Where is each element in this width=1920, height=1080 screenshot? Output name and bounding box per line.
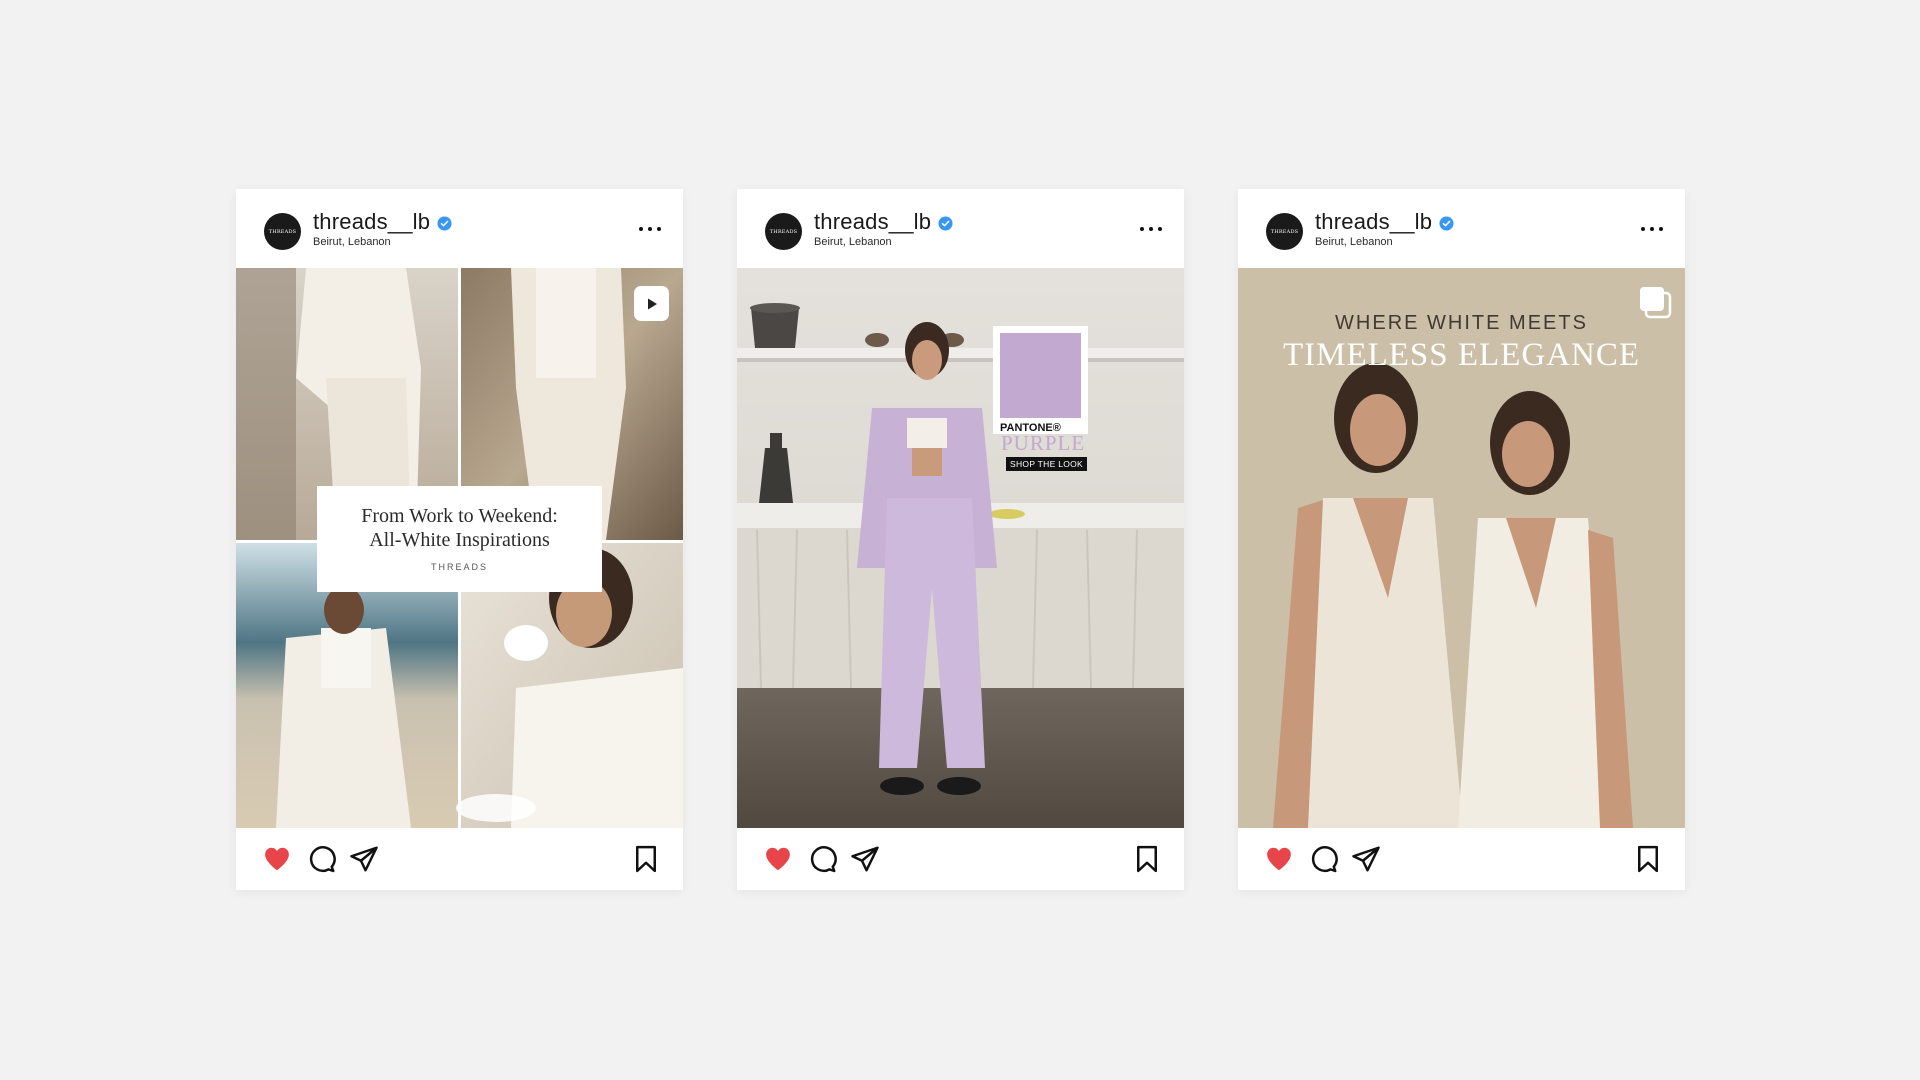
more-options-button[interactable] (1140, 221, 1162, 237)
post-header: THREADS threads__lb Beirut, Lebanon (1238, 189, 1685, 268)
heart-icon[interactable] (763, 844, 793, 874)
location-link[interactable]: Beirut, Lebanon (1315, 236, 1393, 248)
more-dots-icon (1140, 227, 1144, 231)
instagram-post-3: THREADS threads__lb Beirut, Lebanon WHER… (1238, 189, 1685, 890)
play-icon (647, 298, 657, 309)
more-dots-icon (639, 227, 643, 231)
post-header: THREADS threads__lb Beirut, Lebanon (737, 189, 1184, 268)
caption-card: From Work to Weekend: All-White Inspirat… (317, 486, 602, 592)
video-badge (634, 286, 669, 321)
heart-icon[interactable] (1264, 844, 1294, 874)
instagram-post-1: THREADS threads__lb Beirut, Lebanon From… (236, 189, 683, 890)
username-link[interactable]: threads__lb (814, 209, 931, 235)
verified-badge-icon (437, 215, 452, 231)
carousel-icon (1640, 287, 1672, 319)
heart-icon[interactable] (262, 844, 292, 874)
action-bar (737, 828, 1184, 890)
avatar[interactable]: THREADS (765, 213, 802, 250)
verified-badge-icon (1439, 215, 1454, 231)
username-row: threads__lb (814, 207, 953, 237)
action-bar (1238, 828, 1685, 890)
paper-plane-icon[interactable] (349, 844, 379, 874)
username-row: threads__lb (1315, 207, 1454, 237)
pantone-swatch (1000, 333, 1081, 418)
pantone-color-name: PURPLE (1001, 431, 1086, 455)
more-options-button[interactable] (639, 221, 661, 237)
bookmark-icon[interactable] (631, 844, 661, 874)
comment-icon[interactable] (306, 844, 336, 874)
avatar[interactable]: THREADS (1266, 213, 1303, 250)
location-link[interactable]: Beirut, Lebanon (313, 236, 391, 248)
post-media-photo[interactable]: PANTONE® PURPLE SHOP THE LOOK (737, 268, 1184, 828)
username-link[interactable]: threads__lb (1315, 209, 1432, 235)
pantone-swatch-card: PANTONE® (993, 326, 1088, 434)
paper-plane-icon[interactable] (1351, 844, 1381, 874)
caption-title-line-1: From Work to Weekend: (361, 505, 558, 527)
caption-brand: THREADS (430, 562, 488, 572)
more-dots-icon (1641, 227, 1645, 231)
caption-title-line-2: All-White Inspirations (369, 529, 550, 551)
headline-small: WHERE WHITE MEETS (1335, 312, 1588, 334)
lavender-outfit-image (737, 268, 1184, 828)
comment-icon[interactable] (1308, 844, 1338, 874)
comment-icon[interactable] (807, 844, 837, 874)
action-bar (236, 828, 683, 890)
avatar[interactable]: THREADS (264, 213, 301, 250)
location-link[interactable]: Beirut, Lebanon (814, 236, 892, 248)
instagram-post-2: THREADS threads__lb Beirut, Lebanon PANT… (737, 189, 1184, 890)
post-media-collage[interactable]: From Work to Weekend: All-White Inspirat… (236, 268, 683, 828)
username-link[interactable]: threads__lb (313, 209, 430, 235)
paper-plane-icon[interactable] (850, 844, 880, 874)
verified-badge-icon (938, 215, 953, 231)
username-row: threads__lb (313, 207, 452, 237)
post-header: THREADS threads__lb Beirut, Lebanon (236, 189, 683, 268)
bookmark-icon[interactable] (1132, 844, 1162, 874)
headline-large: TIMELESS ELEGANCE (1282, 337, 1641, 373)
bookmark-icon[interactable] (1633, 844, 1663, 874)
more-options-button[interactable] (1641, 221, 1663, 237)
shop-the-look-tag[interactable]: SHOP THE LOOK (1006, 457, 1088, 471)
post-media-carousel[interactable]: WHERE WHITE MEETS TIMELESS ELEGANCE (1238, 268, 1685, 828)
